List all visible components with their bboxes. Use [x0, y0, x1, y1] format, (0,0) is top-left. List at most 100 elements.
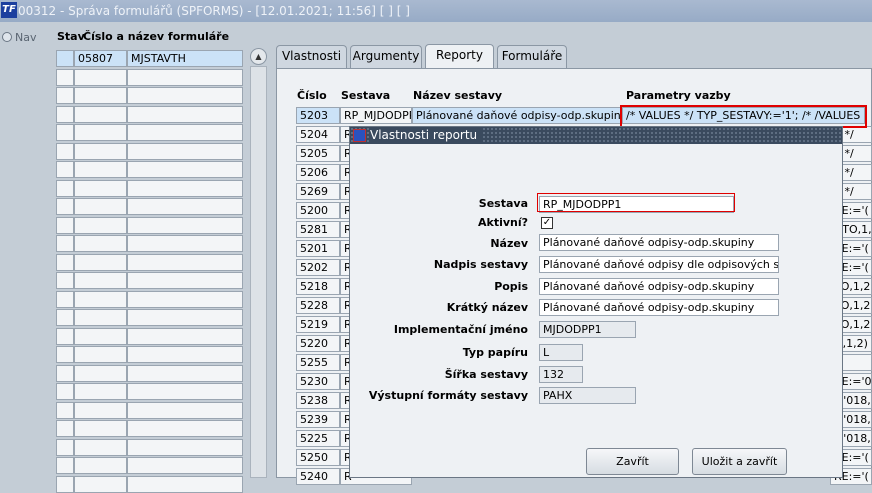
- form-number-cell[interactable]: [74, 235, 127, 252]
- form-status-cell[interactable]: [56, 383, 74, 400]
- form-number-cell[interactable]: [74, 401, 127, 419]
- form-name-cell[interactable]: [127, 179, 243, 197]
- form-status-cell[interactable]: [56, 364, 74, 382]
- form-name-cell[interactable]: [127, 383, 243, 400]
- form-status-cell[interactable]: [56, 198, 74, 215]
- form-number-cell[interactable]: [74, 290, 127, 308]
- form-name-cell[interactable]: [127, 457, 243, 474]
- form-number-cell[interactable]: [74, 457, 127, 474]
- form-status-cell[interactable]: [56, 216, 74, 234]
- form-name-cell[interactable]: [127, 105, 243, 123]
- close-button[interactable]: Zavřít: [586, 448, 679, 475]
- form-name-cell[interactable]: [127, 272, 243, 289]
- form-status-cell[interactable]: [56, 105, 74, 123]
- report-number-cell[interactable]: 5218: [296, 278, 340, 295]
- form-number-cell[interactable]: [74, 198, 127, 215]
- form-number-cell[interactable]: [74, 272, 127, 289]
- report-number-cell[interactable]: 5204: [296, 126, 340, 143]
- form-status-cell[interactable]: [56, 309, 74, 326]
- form-number-cell[interactable]: [74, 438, 127, 456]
- form-status-cell[interactable]: [56, 420, 74, 437]
- form-status-cell[interactable]: [56, 87, 74, 104]
- tab-reporty[interactable]: Reporty: [425, 44, 494, 69]
- save-and-close-button[interactable]: Uložit a zavřít: [692, 448, 787, 475]
- form-name-cell[interactable]: [127, 438, 243, 456]
- form-number-cell[interactable]: [74, 364, 127, 382]
- report-number-cell[interactable]: 5205: [296, 145, 340, 162]
- nazev-field[interactable]: Plánované daňové odpisy-odp.skupiny: [539, 234, 779, 251]
- form-name-cell[interactable]: [127, 87, 243, 104]
- form-status-cell[interactable]: [56, 346, 74, 363]
- tab-argumenty[interactable]: Argumenty: [350, 45, 422, 68]
- report-number-cell[interactable]: 5255: [296, 354, 340, 371]
- form-status-cell[interactable]: [56, 253, 74, 271]
- report-name-cell[interactable]: Plánované daňové odpisy-odp.skupiny: [412, 107, 622, 124]
- form-status-cell[interactable]: [56, 401, 74, 419]
- dialog-title-bar[interactable]: Vlastnosti reportu: [350, 127, 842, 144]
- report-number-cell[interactable]: 5250: [296, 449, 340, 466]
- form-status-cell[interactable]: [56, 235, 74, 252]
- form-number-cell[interactable]: [74, 327, 127, 345]
- nadpis-field[interactable]: Plánované daňové odpisy dle odpisových s…: [539, 256, 779, 273]
- report-number-cell[interactable]: 5219: [296, 316, 340, 333]
- form-number-cell[interactable]: [74, 253, 127, 271]
- tab-formulare[interactable]: Formuláře: [497, 45, 567, 68]
- form-number-cell[interactable]: [74, 68, 127, 86]
- form-name-cell[interactable]: [127, 309, 243, 326]
- form-name-cell[interactable]: [127, 420, 243, 437]
- form-name-cell[interactable]: [127, 290, 243, 308]
- form-number-cell[interactable]: [74, 383, 127, 400]
- report-number-cell[interactable]: 5206: [296, 164, 340, 181]
- typ-papiru-field[interactable]: L: [539, 344, 583, 361]
- form-status-cell[interactable]: [56, 142, 74, 160]
- form-status-cell[interactable]: [56, 475, 74, 493]
- report-number-cell[interactable]: 5225: [296, 430, 340, 447]
- form-number-cell[interactable]: [74, 87, 127, 104]
- form-number-cell[interactable]: [74, 124, 127, 141]
- kratky-nazev-field[interactable]: Plánované daňové odpisy-odp.skupiny: [539, 299, 779, 316]
- scrollbar-track[interactable]: [250, 66, 267, 478]
- report-number-cell[interactable]: 5201: [296, 240, 340, 257]
- form-name-cell[interactable]: [127, 327, 243, 345]
- report-number-cell[interactable]: 5202: [296, 259, 340, 276]
- form-number-cell[interactable]: [74, 216, 127, 234]
- form-name-cell[interactable]: [127, 235, 243, 252]
- form-status-cell[interactable]: [56, 161, 74, 178]
- form-number-cell[interactable]: [74, 346, 127, 363]
- report-number-cell[interactable]: 5238: [296, 392, 340, 409]
- report-number-cell[interactable]: 5239: [296, 411, 340, 428]
- form-number-cell[interactable]: [74, 142, 127, 160]
- form-number-cell[interactable]: [74, 179, 127, 197]
- form-name-cell[interactable]: [127, 124, 243, 141]
- form-status-cell[interactable]: [56, 50, 74, 67]
- form-name-cell[interactable]: [127, 346, 243, 363]
- popis-field[interactable]: Plánované daňové odpisy-odp.skupiny: [539, 278, 779, 295]
- form-name-cell[interactable]: [127, 253, 243, 271]
- form-number-cell[interactable]: [74, 475, 127, 493]
- report-number-cell[interactable]: 5269: [296, 183, 340, 200]
- aktivni-checkbox[interactable]: ✓: [541, 217, 553, 229]
- vystupni-formaty-field[interactable]: PAHX: [539, 387, 636, 404]
- form-status-cell[interactable]: [56, 272, 74, 289]
- form-name-cell[interactable]: [127, 68, 243, 86]
- form-name-cell[interactable]: [127, 401, 243, 419]
- form-name-cell[interactable]: [127, 161, 243, 178]
- form-number-cell[interactable]: 05807: [74, 50, 127, 67]
- report-number-cell[interactable]: 5203: [296, 107, 340, 124]
- report-number-cell[interactable]: 5220: [296, 335, 340, 352]
- nav-radio-item[interactable]: Nav: [2, 31, 36, 44]
- form-name-cell[interactable]: [127, 364, 243, 382]
- implementacni-jmeno-field[interactable]: MJDODPP1: [539, 321, 636, 338]
- form-status-cell[interactable]: [56, 68, 74, 86]
- form-number-cell[interactable]: [74, 309, 127, 326]
- form-status-cell[interactable]: [56, 327, 74, 345]
- tab-vlastnosti[interactable]: Vlastnosti: [276, 45, 347, 68]
- form-name-cell[interactable]: MJSTAVTH: [127, 50, 243, 67]
- report-number-cell[interactable]: 5200: [296, 202, 340, 219]
- form-status-cell[interactable]: [56, 179, 74, 197]
- form-name-cell[interactable]: [127, 142, 243, 160]
- form-status-cell[interactable]: [56, 457, 74, 474]
- form-number-cell[interactable]: [74, 420, 127, 437]
- report-number-cell[interactable]: 5230: [296, 373, 340, 390]
- report-id-cell[interactable]: RP_MJDODPP: [340, 107, 412, 124]
